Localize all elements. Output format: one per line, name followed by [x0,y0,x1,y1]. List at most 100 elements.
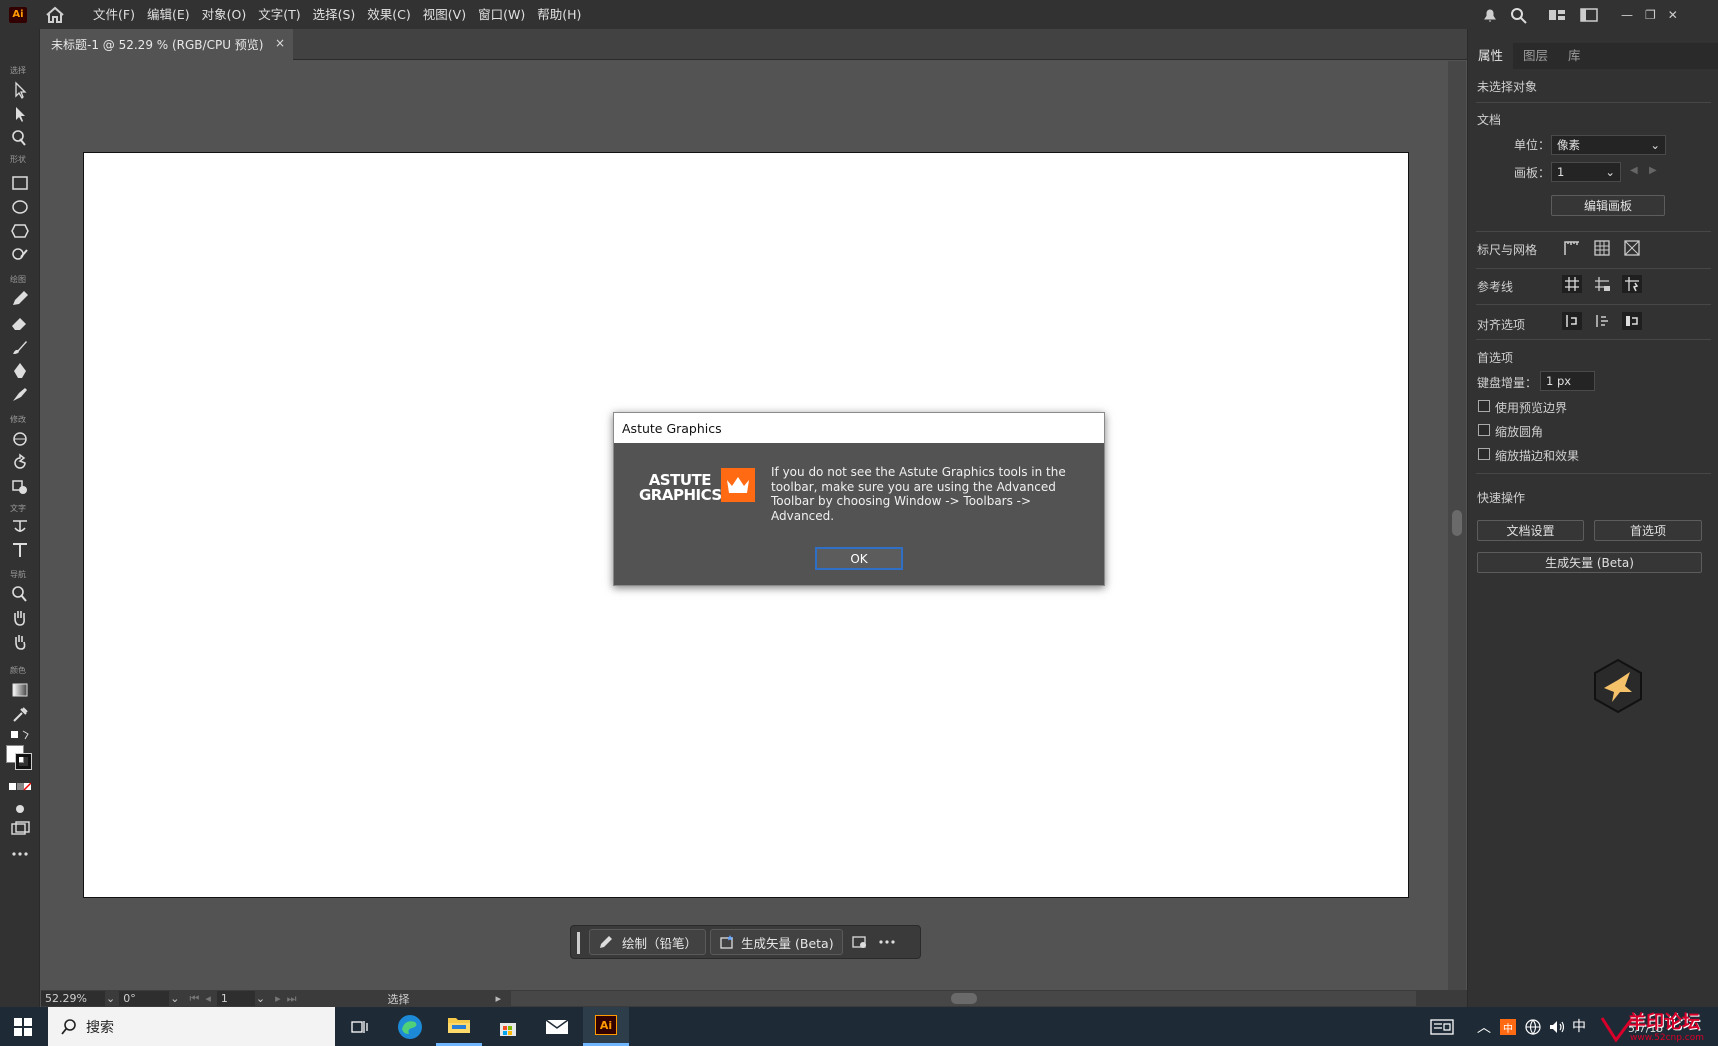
recolor-icon[interactable] [851,933,869,951]
snap-to-point-icon[interactable] [1562,312,1582,330]
rotation-dropdown-icon[interactable]: ⌄ [170,992,179,1005]
menu-select[interactable]: 选择(S) [307,0,362,29]
artboard-dropdown[interactable]: 1 ⌄ [1551,162,1621,182]
input-tray-icon[interactable]: 中 [1500,1019,1516,1035]
rotate-tool-icon[interactable] [9,453,31,473]
first-artboard-icon[interactable]: ⏮ [189,992,199,1006]
astute-graphics-plugin-icon[interactable] [1592,658,1644,714]
tab-layers[interactable]: 图层 [1513,43,1558,69]
edit-artboards-button[interactable]: 编辑画板 [1551,195,1665,216]
network-globe-icon[interactable] [1524,1018,1542,1036]
mail-button[interactable] [534,1007,580,1046]
pen-tool-icon[interactable] [9,361,31,381]
ruler-icon[interactable] [1562,239,1582,257]
windows-start-icon[interactable] [14,1018,32,1036]
stroke-swatch[interactable] [15,753,32,770]
last-artboard-icon[interactable]: ⏭ [287,992,297,1006]
document-setup-button[interactable]: 文档设置 [1477,520,1584,541]
menu-file[interactable]: 文件(F) [87,0,141,29]
menu-window[interactable]: 窗口(W) [472,0,531,29]
menu-object[interactable]: 对象(O) [196,0,253,29]
draw-pencil-button[interactable]: 绘制（铅笔） [589,929,707,955]
microsoft-store-button[interactable] [485,1007,531,1046]
lock-guides-icon[interactable] [1592,275,1612,293]
show-guides-icon[interactable] [1562,275,1582,293]
type-tool-icon[interactable] [9,540,31,560]
next-artboard-arrow-icon[interactable]: ▶ [1649,165,1657,176]
document-tab-close-icon[interactable]: × [275,36,285,50]
file-explorer-button[interactable] [436,1007,482,1046]
default-colors-icon[interactable] [9,727,31,747]
zoom-tool-icon[interactable] [9,584,31,604]
arrange-documents-icon[interactable] [1579,6,1599,24]
artboard-number-field[interactable]: 1 [216,991,255,1006]
use-preview-bounds-checkbox[interactable] [1478,400,1490,412]
rotate-view-tool-icon[interactable] [9,632,31,652]
artboard-dropdown-icon[interactable]: ⌄ [256,992,265,1005]
ok-button[interactable]: OK [815,547,903,570]
hand-tool-icon[interactable] [9,608,31,628]
generate-vector-button[interactable]: 生成矢量 (Beta) [710,929,843,955]
home-icon[interactable] [45,6,65,24]
menu-effect[interactable]: 效果(C) [361,0,416,29]
volume-icon[interactable] [1548,1018,1566,1036]
show-hidden-icons-icon[interactable]: ︿ [1477,1017,1491,1037]
shaper-tool-icon[interactable] [9,245,31,265]
restore-icon[interactable]: ❐ [1645,8,1656,22]
curvature-tool-icon[interactable] [9,385,31,405]
snap-to-pixel-icon[interactable] [1592,312,1612,330]
taskbar-search-box[interactable]: 搜索 [48,1007,335,1046]
contextual-bar-grip[interactable] [577,932,580,954]
workspace-icon[interactable] [1547,6,1567,24]
more-tools-icon[interactable] [9,844,31,864]
keyboard-increment-input[interactable]: 1 px [1540,371,1595,391]
units-dropdown[interactable]: 像素 ⌄ [1551,135,1666,155]
paintbrush-tool-icon[interactable] [9,337,31,357]
grid-icon[interactable] [1592,239,1612,257]
document-tab[interactable]: 未标题-1 @ 52.29 % (RGB/CPU 预览) × [40,29,293,60]
status-menu-arrow-icon[interactable]: ▸ [496,992,502,1005]
screen-mode-icon[interactable] [9,819,31,839]
menu-help[interactable]: 帮助(H) [531,0,587,29]
magic-wand-tool-icon[interactable] [9,128,31,148]
bell-icon[interactable] [1480,6,1500,24]
menu-edit[interactable]: 编辑(E) [141,0,196,29]
ellipse-tool-icon[interactable] [9,197,31,217]
more-options-icon[interactable] [877,933,897,951]
polygon-tool-icon[interactable] [9,221,31,241]
current-tool-display[interactable]: 选择 [306,991,487,1006]
eraser-tool-icon[interactable] [9,313,31,333]
menu-view[interactable]: 视图(V) [417,0,472,29]
pencil-tool-icon[interactable] [9,289,31,309]
selection-tool-icon[interactable] [9,80,31,100]
eyedropper-tool-icon[interactable] [9,704,31,724]
width-tool-icon[interactable] [9,429,31,449]
rectangle-tool-icon[interactable] [9,173,31,193]
task-view-button[interactable] [337,1007,383,1046]
news-widget-icon[interactable] [1430,1018,1454,1036]
direct-selection-tool-icon[interactable] [9,104,31,124]
snap-to-glyph-icon[interactable] [1622,312,1642,330]
smart-guides-icon[interactable] [1622,275,1642,293]
rotation-field[interactable]: 0° [119,991,170,1006]
tab-properties[interactable]: 属性 [1468,43,1514,69]
scale-strokes-checkbox[interactable] [1478,448,1490,460]
type-on-path-tool-icon[interactable] [9,516,31,536]
scale-corners-checkbox[interactable] [1478,424,1490,436]
next-artboard-icon[interactable]: ▸ [275,992,281,1005]
search-icon[interactable] [1509,6,1529,24]
edge-browser-button[interactable] [387,1007,433,1046]
color-mode-icon[interactable] [9,777,31,797]
horizontal-scrollbar-thumb[interactable] [951,993,978,1004]
draw-mode-icon[interactable] [9,799,31,819]
ime-indicator[interactable]: 中 [1572,1016,1586,1036]
illustrator-taskbar-button[interactable]: Ai [583,1007,629,1046]
preferences-button[interactable]: 首选项 [1594,520,1702,541]
zoom-level-field[interactable]: 52.29% [41,991,105,1006]
menu-type[interactable]: 文字(T) [252,0,306,29]
close-icon[interactable]: ✕ [1668,8,1678,22]
previous-artboard-arrow-icon[interactable]: ◀ [1630,165,1638,176]
tab-libraries[interactable]: 库 [1558,43,1591,69]
zoom-dropdown-icon[interactable]: ⌄ [106,992,115,1005]
transparency-grid-icon[interactable] [1622,239,1642,257]
